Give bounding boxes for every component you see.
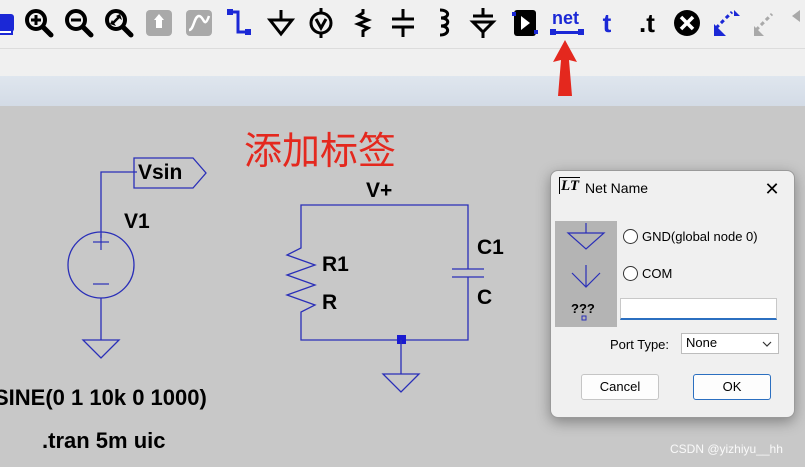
net-name-input[interactable]	[620, 298, 777, 320]
ground-symbol-v1	[81, 339, 121, 359]
diode-icon[interactable]	[466, 6, 500, 40]
text-tool-button[interactable]: t	[590, 6, 624, 40]
component-icon[interactable]	[508, 6, 542, 40]
c-value-label: C	[477, 286, 493, 309]
chevron-down-icon	[762, 341, 772, 347]
gnd-radio[interactable]	[623, 229, 638, 244]
net-underline-left-dot	[550, 29, 556, 35]
toolbar: net t .t	[0, 0, 805, 48]
unnamed-net-label: ???	[571, 301, 595, 316]
close-button[interactable]: ✕	[762, 179, 782, 199]
capacitor-icon[interactable]	[386, 6, 420, 40]
vplus-label: V+	[366, 179, 393, 202]
cancel-button[interactable]: Cancel	[581, 374, 659, 400]
tab-strip	[0, 76, 805, 107]
drag-icon	[788, 6, 805, 40]
net-underline-right-dot	[578, 29, 584, 35]
com-radio[interactable]	[623, 266, 638, 281]
ground-icon[interactable]	[264, 6, 298, 40]
zoom-fit-icon[interactable]	[102, 6, 136, 40]
r-value-label: R	[322, 291, 338, 314]
net-label-text: net	[552, 8, 579, 28]
resistor-icon[interactable]	[346, 6, 380, 40]
port-type-value: None	[686, 335, 718, 350]
autorange-icon	[142, 6, 176, 40]
ground-symbol-rc	[381, 373, 421, 393]
pointer-arrow-icon	[553, 40, 577, 96]
move-icon	[750, 6, 784, 40]
watermark: CSDN @yizhiyu__hh	[670, 442, 783, 456]
c1-label: C1	[477, 236, 504, 259]
voltage-source-icon[interactable]	[304, 6, 338, 40]
spice-directive-button[interactable]: .t	[630, 6, 664, 40]
net-symbol-preview: ???	[555, 221, 617, 327]
waveform-icon	[182, 6, 216, 40]
net-name-dialog: LT Net Name ✕ ??? GND(global node 0) COM…	[550, 170, 795, 418]
ok-button[interactable]: OK	[693, 374, 771, 400]
v1-label: V1	[124, 210, 150, 233]
vsin-label: Vsin	[138, 161, 183, 184]
port-type-select[interactable]: None	[681, 333, 779, 354]
resistor-r1	[285, 236, 317, 338]
tran-directive: .tran 5m uic	[42, 428, 166, 453]
port-type-label: Port Type:	[610, 337, 670, 352]
spice-directive-label: .t	[639, 7, 655, 38]
inductor-icon[interactable]	[426, 6, 460, 40]
delete-icon[interactable]	[670, 6, 704, 40]
zoom-in-icon[interactable]	[22, 6, 56, 40]
toolbar-secondary-strip	[0, 48, 805, 77]
zoom-out-icon[interactable]	[62, 6, 96, 40]
wire-top	[300, 204, 469, 256]
dialog-title: Net Name	[585, 180, 649, 196]
annotation-text: 添加标签	[244, 131, 397, 173]
text-tool-label: t	[602, 7, 612, 38]
wire-icon[interactable]	[222, 6, 256, 40]
sine-directive: SINE(0 1 10k 0 1000)	[0, 385, 207, 410]
net-label-button[interactable]: net	[548, 6, 586, 40]
print-icon[interactable]	[0, 6, 24, 40]
duplicate-icon[interactable]	[710, 6, 744, 40]
com-radio-label[interactable]: COM	[642, 266, 672, 281]
gnd-radio-label[interactable]: GND(global node 0)	[642, 229, 758, 244]
ltspice-logo-icon: LT	[559, 177, 580, 194]
r1-label: R1	[322, 253, 349, 276]
